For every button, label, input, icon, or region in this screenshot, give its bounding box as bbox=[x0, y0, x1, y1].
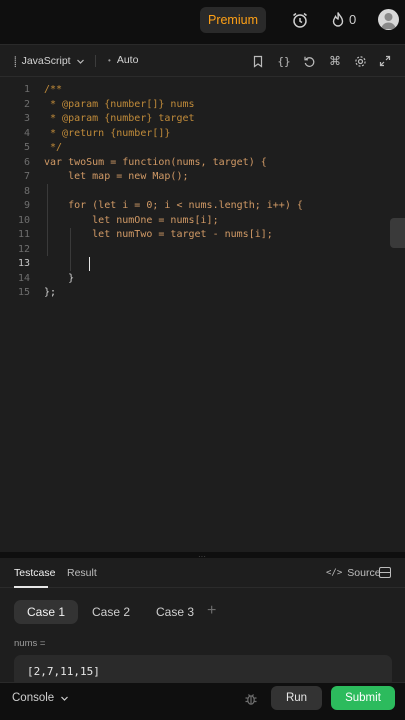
case-tab-3[interactable]: Case 3 bbox=[143, 600, 207, 624]
code-line: 11 let numTwo = target - nums[i]; bbox=[17, 229, 273, 240]
fire-icon[interactable] bbox=[328, 10, 348, 30]
code-line: 12 bbox=[17, 243, 30, 255]
code-line: 9 for (let i = 0; i < nums.length; i++) … bbox=[23, 200, 303, 211]
avatar[interactable] bbox=[378, 9, 399, 30]
settings-icon[interactable] bbox=[352, 53, 368, 69]
code-line: 2 * @param {number[]} nums bbox=[23, 98, 195, 110]
code-line: 3 * @param {number} target bbox=[23, 113, 195, 124]
streak-count: 0 bbox=[349, 12, 357, 27]
dot-icon: • bbox=[108, 55, 111, 65]
code-line: 14 } bbox=[17, 272, 75, 284]
code-line: 7 let map = new Map(); bbox=[23, 171, 189, 182]
code-line: 4 * @return {number[]} bbox=[23, 127, 171, 139]
console-label: Console bbox=[12, 692, 55, 704]
auto-mode-toggle[interactable]: • Auto bbox=[108, 54, 138, 66]
case-tab-1[interactable]: Case 1 bbox=[14, 600, 79, 624]
submit-button[interactable]: Submit bbox=[331, 686, 395, 710]
case-tab-2[interactable]: Case 2 bbox=[79, 600, 143, 624]
text-cursor bbox=[89, 257, 90, 271]
code-area[interactable]: 1/** 2 * @param {number[]} nums 3 * @par… bbox=[0, 83, 405, 301]
editor-toolbar: ⸽ JavaScript • Auto {} ⌘ bbox=[0, 45, 405, 77]
testcase-panel: Testcase Result </> Source Case 1 Case 2… bbox=[0, 558, 405, 687]
alarm-icon[interactable] bbox=[290, 10, 310, 30]
language-label: JavaScript bbox=[21, 55, 71, 67]
code-line: 5 */ bbox=[23, 142, 63, 153]
code-line: 1/** bbox=[23, 84, 63, 95]
expand-icon[interactable] bbox=[377, 53, 393, 69]
console-toggle[interactable]: Console bbox=[12, 692, 69, 704]
source-button[interactable]: </> Source bbox=[326, 567, 381, 579]
code-icon: ⸽ bbox=[14, 57, 17, 68]
toolbar-divider bbox=[95, 55, 96, 67]
source-label: Source bbox=[347, 567, 381, 579]
bug-icon[interactable] bbox=[243, 691, 259, 707]
run-button[interactable]: Run bbox=[271, 686, 322, 710]
braces-icon[interactable]: {} bbox=[276, 53, 292, 69]
chevron-down-icon bbox=[61, 696, 69, 701]
top-bar: Premium 0 bbox=[0, 0, 405, 40]
chevron-down-icon bbox=[76, 59, 84, 64]
code-brackets-icon: </> bbox=[326, 568, 343, 578]
code-line-active: 13 bbox=[0, 257, 405, 272]
auto-mode-label: Auto bbox=[116, 54, 139, 66]
code-line: 6 var twoSum = function(nums, target) { bbox=[23, 156, 267, 168]
tab-result[interactable]: Result bbox=[67, 567, 97, 579]
language-select[interactable]: ⸽ JavaScript bbox=[14, 54, 85, 68]
active-tab-indicator bbox=[14, 586, 48, 588]
premium-button[interactable]: Premium bbox=[200, 7, 266, 33]
bookmark-icon[interactable] bbox=[250, 53, 266, 69]
command-icon[interactable]: ⌘ bbox=[327, 53, 343, 69]
code-line: 15}; bbox=[17, 287, 57, 298]
code-line: 10 let numOne = nums[i]; bbox=[17, 214, 219, 226]
side-panel-toggle[interactable] bbox=[390, 218, 405, 248]
param-label: nums = bbox=[14, 638, 46, 649]
add-case-icon[interactable]: + bbox=[207, 602, 216, 620]
tab-testcase[interactable]: Testcase bbox=[14, 567, 55, 579]
reset-icon[interactable] bbox=[301, 53, 317, 69]
code-line: 8 bbox=[23, 185, 30, 197]
bottom-tabs: Testcase Result </> Source bbox=[0, 558, 405, 588]
footer-bar: Console Run Submit bbox=[0, 682, 405, 720]
code-editor-panel: ⸽ JavaScript • Auto {} ⌘ 1/** 2 * @param… bbox=[0, 44, 405, 552]
layout-icon[interactable] bbox=[379, 567, 391, 578]
